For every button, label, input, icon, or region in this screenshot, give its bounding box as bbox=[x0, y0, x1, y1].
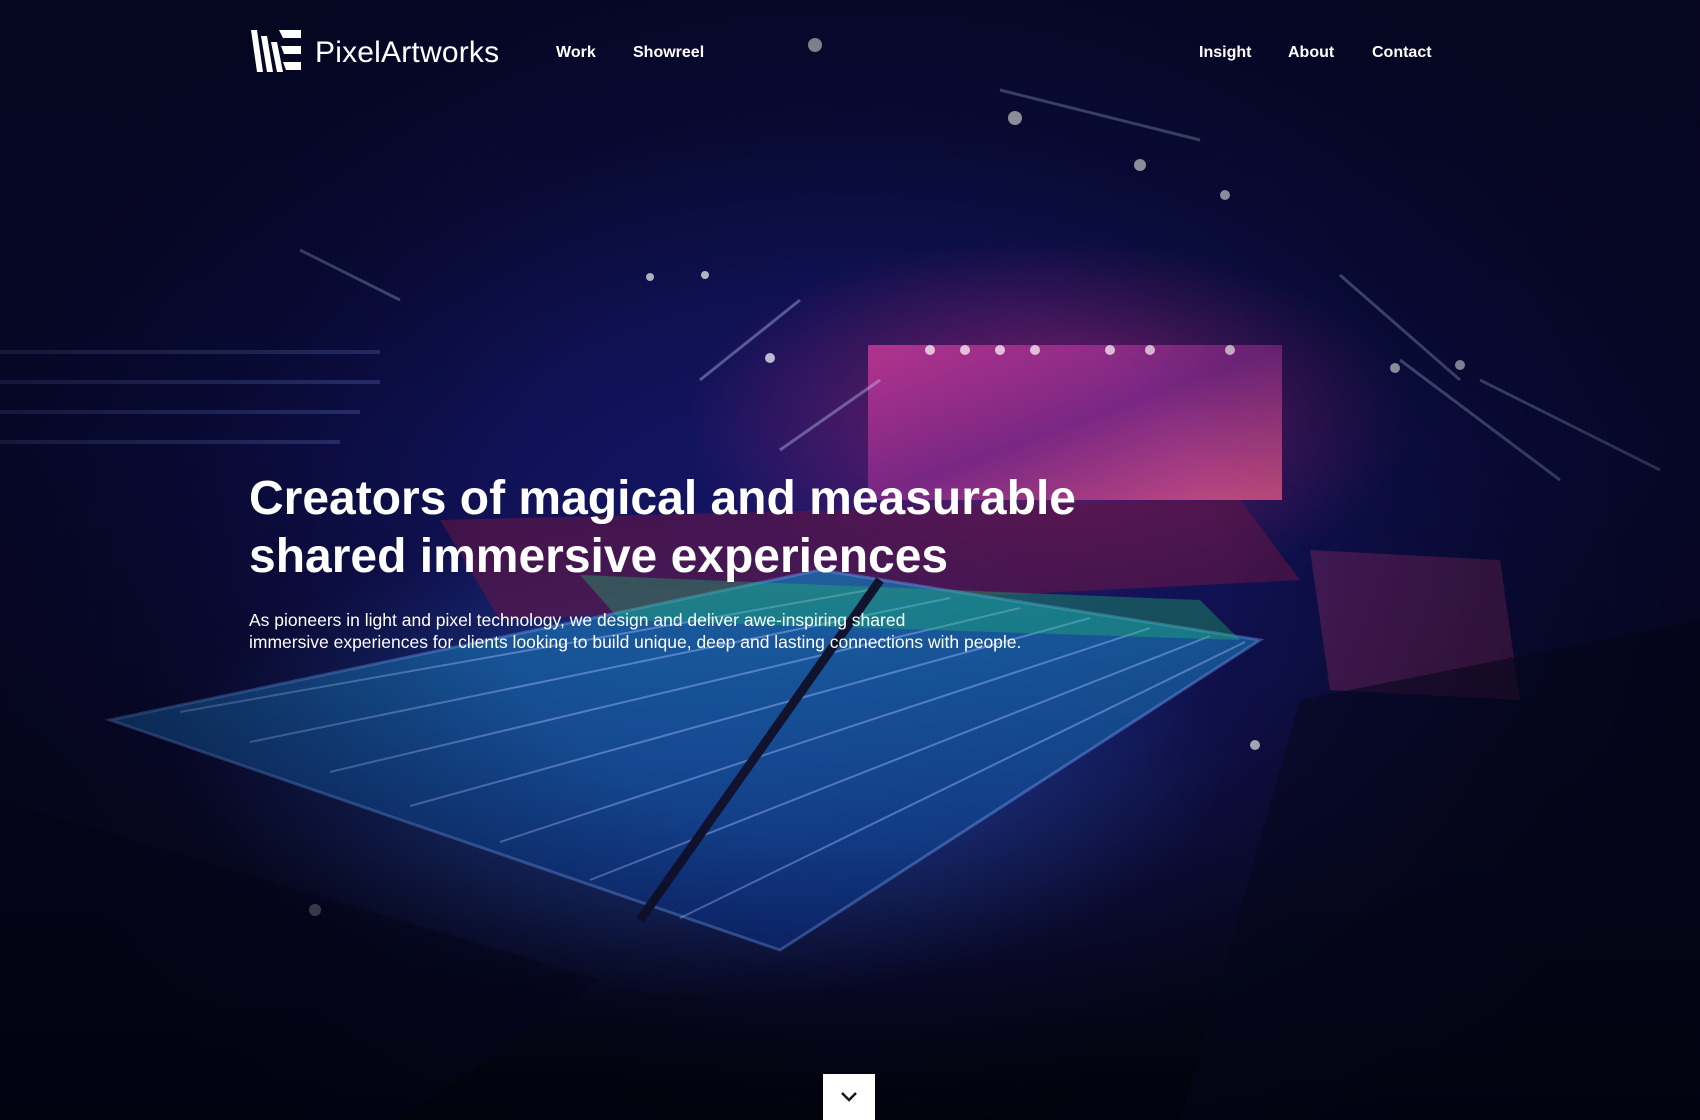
nav-link-insight[interactable]: Insight bbox=[1199, 44, 1251, 62]
chevron-down-icon bbox=[841, 1092, 857, 1102]
hero-section: PixelArtworks Work Showreel Insight Abou… bbox=[0, 0, 1700, 1120]
brand-name: PixelArtworks bbox=[315, 36, 500, 69]
scroll-down-button[interactable] bbox=[823, 1074, 875, 1120]
hero-headline: Creators of magical and measurable share… bbox=[249, 470, 1129, 586]
hero-subtext: As pioneers in light and pixel technolog… bbox=[249, 609, 1069, 653]
site-navbar: PixelArtworks Work Showreel Insight Abou… bbox=[0, 22, 1700, 84]
nav-link-work[interactable]: Work bbox=[556, 44, 596, 62]
nav-link-showreel[interactable]: Showreel bbox=[633, 44, 704, 62]
hero-headline-line1: Creators of magical and measurable bbox=[249, 472, 1076, 525]
hero-subtext-line1: As pioneers in light and pixel technolog… bbox=[249, 610, 906, 630]
pixelartworks-logo-icon bbox=[251, 30, 301, 72]
nav-link-contact[interactable]: Contact bbox=[1372, 44, 1432, 62]
hero-headline-line2: shared immersive experiences bbox=[249, 530, 949, 583]
nav-link-about[interactable]: About bbox=[1288, 44, 1334, 62]
hero-subtext-line2: immersive experiences for clients lookin… bbox=[249, 632, 1022, 652]
site-logo[interactable]: PixelArtworks bbox=[249, 28, 499, 78]
